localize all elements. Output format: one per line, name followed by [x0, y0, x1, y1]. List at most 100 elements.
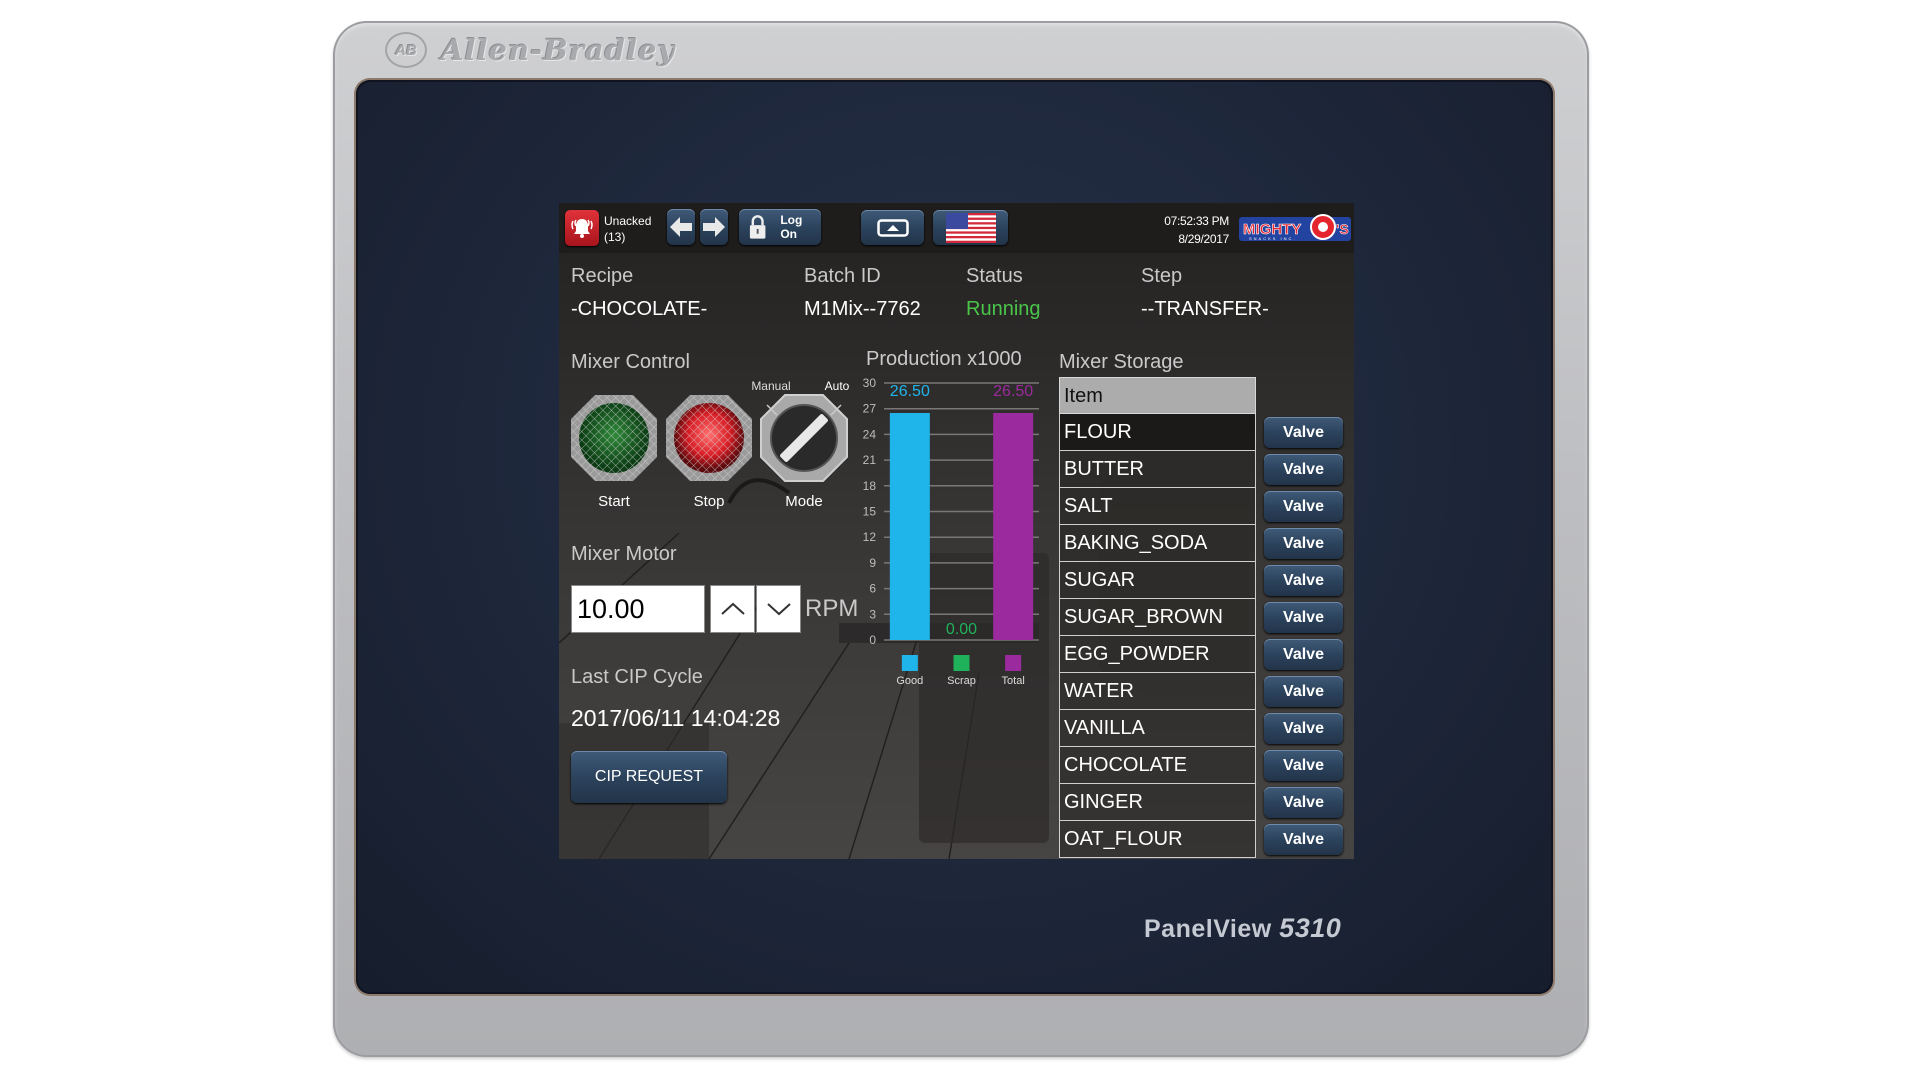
recipe-value: -CHOCOLATE-	[571, 298, 708, 320]
step-value: --TRANSFER-	[1141, 298, 1269, 320]
valve-button-egg-powder[interactable]: Valve	[1264, 639, 1343, 670]
mode-selector-switch[interactable]	[759, 393, 849, 483]
recipe-label: Recipe	[571, 265, 634, 287]
batch-id-value: M1Mix--7762	[804, 298, 921, 320]
keyboard-eject-button[interactable]	[861, 210, 924, 245]
bar-good	[889, 412, 930, 640]
chevron-up-icon	[720, 602, 745, 615]
time: 07:52:33 PM	[1164, 214, 1229, 228]
y-tick-label: 24	[863, 427, 877, 441]
legend-swatch-total	[1005, 655, 1022, 671]
valve-button-chocolate[interactable]: Valve	[1264, 750, 1343, 781]
legend-label-total: Total	[1002, 675, 1025, 687]
model-name: PanelView 5310	[1144, 913, 1341, 944]
last-cip-value: 2017/06/11 14:04:28	[571, 705, 781, 731]
model-number: 5310	[1279, 913, 1342, 943]
back-button[interactable]	[667, 209, 695, 245]
y-tick-label: 6	[869, 582, 876, 596]
y-tick-label: 30	[863, 376, 877, 390]
valve-button-salt[interactable]: Valve	[1264, 491, 1343, 522]
unacked-alarm-indicator[interactable]: Unacked (13)	[604, 213, 651, 245]
start-label: Start	[598, 493, 630, 510]
y-tick-label: 21	[863, 453, 877, 467]
y-tick-label: 27	[863, 402, 877, 416]
storage-row-sugar-brown[interactable]: SUGAR_BROWN	[1059, 599, 1256, 636]
step-label: Step	[1141, 265, 1183, 287]
status-label: Status	[966, 265, 1023, 287]
storage-row-chocolate[interactable]: CHOCOLATE	[1059, 747, 1256, 784]
arrow-right-icon	[703, 217, 725, 237]
batch-id-label: Batch ID	[804, 265, 881, 287]
arrow-left-icon	[670, 217, 692, 237]
status-value: Running	[966, 298, 1041, 320]
hmi-screen: Unacked (13) Log On 07:52:33 PM 8/29/201…	[559, 203, 1354, 859]
bar-total	[993, 412, 1034, 640]
log-on-button[interactable]: Log On	[739, 209, 821, 245]
clock-display: 07:52:33 PM 8/29/2017	[1137, 212, 1229, 248]
storage-row-baking-soda[interactable]: BAKING_SODA	[1059, 525, 1256, 562]
ab-badge-icon: AB	[385, 32, 427, 68]
alarm-bell-icon	[571, 219, 593, 238]
storage-row-flour[interactable]: FLOUR	[1059, 414, 1256, 451]
language-button[interactable]	[933, 210, 1008, 245]
storage-row-vanilla[interactable]: VANILLA	[1059, 710, 1256, 747]
rpm-input[interactable]: 10.00	[571, 585, 705, 633]
padlock-icon	[749, 215, 766, 239]
storage-row-butter[interactable]: BUTTER	[1059, 451, 1256, 488]
storage-row-sugar[interactable]: SUGAR	[1059, 562, 1256, 599]
y-tick-label: 3	[869, 607, 876, 621]
alarm-button[interactable]	[565, 210, 599, 246]
legend-swatch-good	[901, 655, 918, 671]
chevron-down-icon	[766, 603, 791, 616]
stop-button[interactable]	[664, 393, 754, 483]
valve-button-flour[interactable]: Valve	[1264, 417, 1343, 448]
last-cip-title: Last CIP Cycle	[571, 666, 703, 688]
legend-swatch-scrap	[953, 655, 970, 671]
storage-row-water[interactable]: WATER	[1059, 673, 1256, 710]
model-prefix: PanelView	[1144, 915, 1272, 943]
mixer-control-title: Mixer Control	[571, 351, 690, 373]
valve-button-sugar[interactable]: Valve	[1264, 565, 1343, 596]
rpm-increment-button[interactable]	[710, 585, 755, 633]
legend-label-good: Good	[896, 675, 923, 687]
storage-table: Item FLOUR BUTTER SALT BAKING_SODA SUGAR SUGA…	[1059, 377, 1256, 858]
valve-button-vanilla[interactable]: Valve	[1264, 713, 1343, 744]
valve-button-ginger[interactable]: Valve	[1264, 787, 1343, 818]
storage-row-salt[interactable]: SALT	[1059, 488, 1256, 525]
svg-text:'S: 'S	[1336, 221, 1349, 237]
top-toolbar: Unacked (13) Log On 07:52:33 PM 8/29/201…	[559, 203, 1354, 253]
stop-label: Stop	[693, 493, 725, 510]
start-button[interactable]	[569, 393, 659, 483]
column-header-item: Item	[1059, 377, 1256, 414]
brand-logo: AB Allen-Bradley	[385, 30, 675, 70]
rpm-decrement-button[interactable]	[756, 585, 801, 633]
mode-manual-label: Manual	[751, 379, 791, 393]
svg-text:SNACKS INC.: SNACKS INC.	[1249, 236, 1297, 241]
log-on-label: Log On	[780, 213, 803, 241]
valve-button-water[interactable]: Valve	[1264, 676, 1343, 707]
date: 8/29/2017	[1178, 232, 1229, 246]
y-tick-label: 18	[863, 479, 877, 493]
unacked-label: Unacked	[604, 214, 652, 228]
storage-row-oat-flour[interactable]: OAT_FLOUR	[1059, 821, 1256, 858]
storage-row-egg-powder[interactable]: EGG_POWDER	[1059, 636, 1256, 673]
storage-row-ginger[interactable]: GINGER	[1059, 784, 1256, 821]
mixer-motor-title: Mixer Motor	[571, 543, 677, 565]
y-tick-label: 12	[863, 530, 877, 544]
brand-name: Allen-Bradley	[441, 33, 676, 67]
data-label-good: 26.50	[890, 383, 930, 400]
legend-label-scrap: Scrap	[947, 675, 976, 687]
y-tick-label: 15	[863, 505, 877, 519]
us-flag-icon	[945, 212, 996, 243]
data-label-total: 26.50	[993, 383, 1033, 400]
y-tick-label: 0	[869, 633, 876, 647]
valve-button-sugar-brown[interactable]: Valve	[1264, 602, 1343, 633]
mode-label: Mode	[785, 493, 823, 510]
forward-button[interactable]	[700, 209, 728, 245]
valve-button-butter[interactable]: Valve	[1264, 454, 1343, 485]
mighty-qs-logo: MIGHTY 'S SNACKS INC.	[1239, 214, 1351, 241]
valve-button-oat-flour[interactable]: Valve	[1264, 824, 1343, 855]
chart-title: Production x1000	[866, 348, 1022, 370]
valve-button-baking-soda[interactable]: Valve	[1264, 528, 1343, 559]
cip-request-button[interactable]: CIP REQUEST	[571, 751, 727, 803]
